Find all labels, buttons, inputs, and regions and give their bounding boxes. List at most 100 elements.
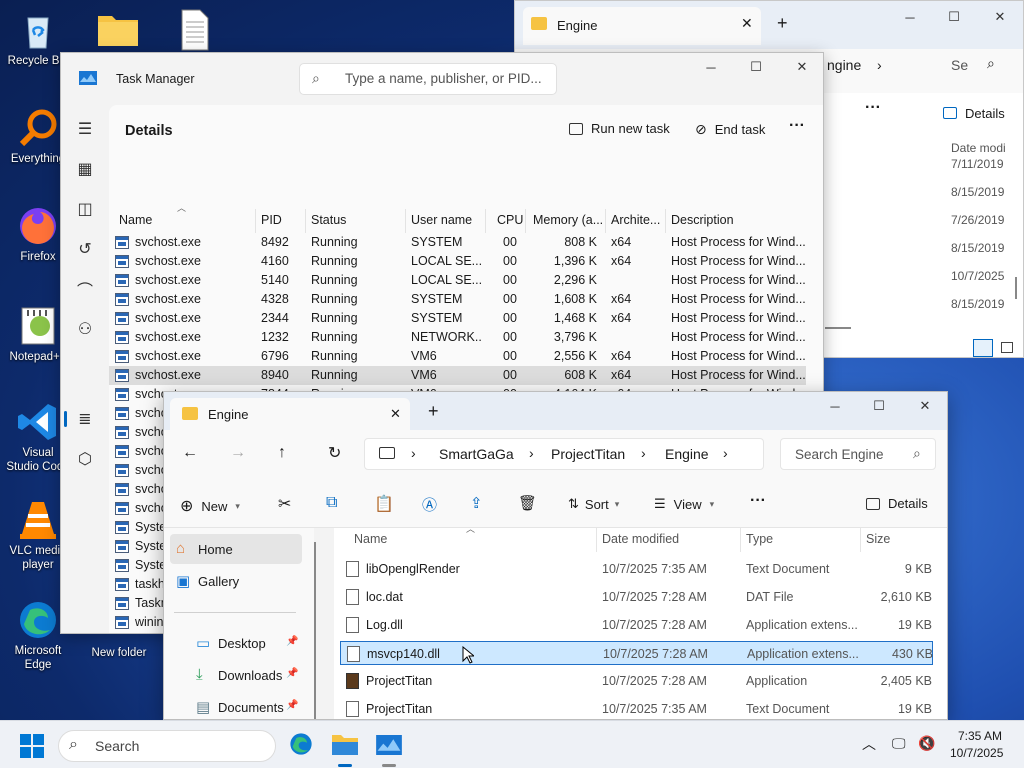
- breadcrumb[interactable]: › SmartGaGa › ProjectTitan › Engine ›: [364, 438, 764, 470]
- search-input[interactable]: ⌕ Type a name, publisher, or PID...: [299, 63, 557, 95]
- paste-icon[interactable]: 📋: [374, 494, 394, 514]
- horizontal-scrollbar[interactable]: [825, 327, 851, 329]
- search-input[interactable]: Search Engine ⌕: [780, 438, 936, 470]
- rename-icon[interactable]: Ⓐ: [422, 494, 437, 515]
- services-icon[interactable]: ⬡: [73, 447, 97, 471]
- table-row[interactable]: svchost.exe 4160 Running LOCAL SE... 00 1,396…: [109, 252, 806, 271]
- vertical-scrollbar[interactable]: [1015, 277, 1017, 299]
- new-button[interactable]: ⊕ New ▾: [180, 496, 240, 516]
- minimize-icon[interactable]: ─: [895, 5, 925, 29]
- more-options-icon[interactable]: ···: [750, 492, 766, 510]
- maximize-icon[interactable]: ☐: [864, 394, 894, 418]
- column-separator[interactable]: [605, 209, 606, 233]
- column-header[interactable]: CPU: [497, 213, 523, 227]
- hamburger-menu-icon[interactable]: ☰: [73, 117, 97, 141]
- column-header[interactable]: User name: [411, 213, 472, 227]
- pin-icon[interactable]: 📌: [286, 700, 298, 711]
- details-icon[interactable]: ≣: [73, 407, 97, 431]
- forward-arrow-icon[interactable]: →: [230, 444, 246, 462]
- close-tab-icon[interactable]: ✕: [741, 15, 753, 32]
- clock-date[interactable]: 10/7/2025: [950, 746, 1003, 760]
- explorer-window[interactable]: Engine ✕ + ─ ☐ ✕ ← → ↑ ↻ › SmartGaGa › P…: [163, 391, 948, 720]
- column-separator[interactable]: [665, 209, 666, 233]
- task-manager-taskbar-icon[interactable]: [376, 735, 402, 758]
- chevron-up-icon[interactable]: ︿: [862, 734, 876, 754]
- column-separator[interactable]: [525, 209, 526, 233]
- column-header[interactable]: Memory (a...: [533, 213, 603, 227]
- users-icon[interactable]: ⚇: [73, 317, 97, 341]
- more-options-icon[interactable]: ···: [789, 117, 805, 135]
- list-item[interactable]: loc.dat 10/7/2025 7:28 AM DAT File 2,610 KB: [340, 585, 933, 609]
- volume-muted-icon[interactable]: 🔇: [918, 735, 935, 752]
- table-row[interactable]: svchost.exe 8492 Running SYSTEM 00 808 K x64 Ho…: [109, 233, 806, 252]
- desktop-icon-folder[interactable]: [86, 8, 150, 54]
- list-item[interactable]: ProjectTitan 10/7/2025 7:35 AM Text Docume…: [340, 697, 933, 719]
- close-icon[interactable]: ✕: [985, 5, 1015, 29]
- sidebar-item-documents[interactable]: ▤ Documents 📌: [190, 692, 302, 719]
- copy-icon[interactable]: ⧉: [326, 494, 337, 512]
- column-separator[interactable]: [405, 209, 406, 233]
- file-explorer-taskbar-icon[interactable]: [332, 733, 358, 758]
- column-separator[interactable]: [860, 528, 861, 552]
- column-header[interactable]: Archite...: [611, 213, 660, 227]
- list-item[interactable]: libOpenglRender 10/7/2025 7:35 AM Text Doc…: [340, 557, 933, 581]
- breadcrumb-item-smartgaga[interactable]: SmartGaGa: [439, 446, 514, 462]
- column-header[interactable]: Type: [746, 532, 773, 546]
- column-header[interactable]: Status: [311, 213, 346, 227]
- details-view-icon[interactable]: [973, 339, 993, 357]
- processes-icon[interactable]: ▦: [73, 157, 97, 181]
- list-item[interactable]: Log.dll 10/7/2025 7:28 AM Application exte…: [340, 613, 933, 637]
- details-button[interactable]: Details: [965, 106, 1005, 121]
- app-history-icon[interactable]: ↺: [73, 237, 97, 261]
- minimize-icon[interactable]: ─: [820, 394, 850, 418]
- maximize-icon[interactable]: ☐: [939, 5, 969, 29]
- table-row[interactable]: svchost.exe 1232 Running NETWORK... 00 3,796 …: [109, 328, 806, 347]
- column-header[interactable]: PID: [261, 213, 282, 227]
- new-tab-icon[interactable]: +: [428, 401, 439, 422]
- view-button[interactable]: ☰ View ▾: [654, 496, 714, 512]
- sidebar-item-gallery[interactable]: ▣ Gallery: [170, 566, 302, 596]
- desktop-icon-new-folder[interactable]: New folder: [84, 634, 154, 660]
- end-task-button[interactable]: ⊘ End task: [695, 121, 765, 138]
- share-icon[interactable]: ⇪: [470, 494, 483, 512]
- tab-engine[interactable]: Engine ✕: [523, 7, 761, 45]
- clock-time[interactable]: 7:35 AM: [958, 729, 1002, 743]
- table-row[interactable]: svchost.exe 2344 Running SYSTEM 00 1,468 K x64…: [109, 309, 806, 328]
- column-separator[interactable]: [485, 209, 486, 233]
- minimize-icon[interactable]: ─: [696, 55, 726, 79]
- list-item[interactable]: ProjectTitan 10/7/2025 7:28 AM Application…: [340, 669, 933, 693]
- taskbar-search[interactable]: ⌕ Search: [58, 730, 276, 762]
- sidebar-item-desktop[interactable]: ▭ Desktop 📌: [190, 628, 302, 658]
- run-new-task-button[interactable]: Run new task: [569, 121, 670, 136]
- column-separator[interactable]: [305, 209, 306, 233]
- table-row[interactable]: svchost.exe 6796 Running VM6 00 2,556 K x64 Hos…: [109, 347, 806, 366]
- close-tab-icon[interactable]: ✕: [390, 406, 401, 422]
- column-header[interactable]: Description: [671, 213, 734, 227]
- list-item[interactable]: msvcp140.dll 10/7/2025 7:28 AM Application…: [340, 641, 933, 665]
- table-row[interactable]: svchost.exe 4328 Running SYSTEM 00 1,608 K x64…: [109, 290, 806, 309]
- table-row[interactable]: svchost.exe 5140 Running LOCAL SE... 00 2,296…: [109, 271, 806, 290]
- breadcrumb-item-projecttitan[interactable]: ProjectTitan: [551, 446, 625, 462]
- column-separator[interactable]: [596, 528, 597, 552]
- column-header[interactable]: Name: [354, 532, 387, 546]
- up-arrow-icon[interactable]: ↑: [278, 444, 286, 462]
- sidebar-item-home[interactable]: ⌂ Home: [170, 534, 302, 564]
- edge-taskbar-icon[interactable]: [288, 731, 314, 760]
- back-arrow-icon[interactable]: ←: [182, 444, 198, 462]
- tiles-view-icon[interactable]: [1001, 342, 1013, 353]
- sort-button[interactable]: ⇅ Sort ▾: [568, 496, 619, 512]
- pin-icon[interactable]: 📌: [286, 636, 298, 647]
- tab-engine[interactable]: Engine ✕: [170, 398, 410, 430]
- close-icon[interactable]: ✕: [910, 394, 940, 418]
- pin-icon[interactable]: 📌: [286, 668, 298, 679]
- desktop-icon-document[interactable]: [162, 8, 226, 54]
- breadcrumb-item-engine[interactable]: Engine: [665, 446, 709, 462]
- close-icon[interactable]: ✕: [787, 55, 817, 79]
- cut-icon[interactable]: ✂: [278, 494, 291, 514]
- refresh-icon[interactable]: ↻: [328, 443, 341, 463]
- search-input[interactable]: Se: [951, 57, 968, 73]
- network-icon[interactable]: 🖵: [892, 735, 906, 752]
- more-options-icon[interactable]: ···: [865, 99, 881, 117]
- performance-icon[interactable]: ◫: [73, 197, 97, 221]
- maximize-icon[interactable]: ☐: [741, 55, 771, 79]
